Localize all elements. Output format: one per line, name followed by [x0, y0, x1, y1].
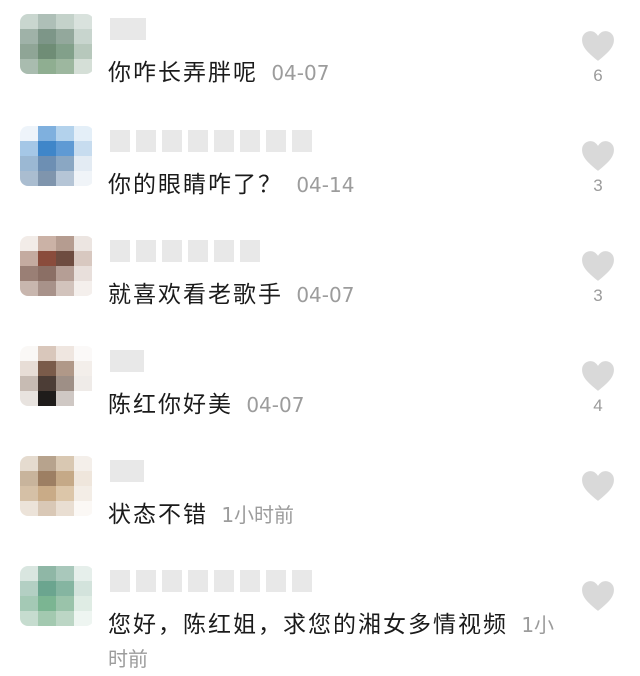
- like-button[interactable]: 3: [580, 140, 616, 196]
- username-blurred[interactable]: [110, 350, 144, 372]
- comment-text: 陈红你好美: [108, 392, 233, 418]
- avatar[interactable]: [20, 566, 94, 626]
- username-blurred[interactable]: [110, 460, 144, 482]
- comment-time: 1小时前: [221, 503, 295, 527]
- comment-content: 陈红你好美 04-07: [108, 388, 568, 422]
- like-button[interactable]: [580, 470, 616, 506]
- username-blurred[interactable]: [110, 18, 146, 40]
- avatar[interactable]: [20, 126, 94, 186]
- heart-icon: [582, 471, 614, 501]
- comment-text: 您好，陈红姐，求您的湘女多情视频: [108, 612, 508, 638]
- comment-time: 04-07: [296, 283, 355, 307]
- heart-icon: [582, 251, 614, 281]
- comment-list: 你咋长弄胖呢 04-07 6 你的眼睛咋了？ 04-14 3 就喜欢看老歌手 0…: [0, 0, 640, 671]
- avatar[interactable]: [20, 456, 94, 516]
- like-count: 4: [593, 396, 603, 415]
- heart-icon: [582, 581, 614, 611]
- comment-text: 状态不错: [108, 502, 208, 528]
- like-button[interactable]: 3: [580, 250, 616, 306]
- heart-icon: [582, 141, 614, 171]
- comment-content: 你的眼睛咋了？ 04-14: [108, 168, 568, 202]
- comment-content: 你咋长弄胖呢 04-07: [108, 56, 568, 90]
- avatar[interactable]: [20, 346, 94, 406]
- comment-content: 就喜欢看老歌手 04-07: [108, 278, 568, 312]
- comment-time: 04-07: [246, 393, 305, 417]
- comment-text: 就喜欢看老歌手: [108, 282, 283, 308]
- comment-time: 04-07: [271, 61, 330, 85]
- like-button[interactable]: [580, 580, 616, 616]
- username-blurred[interactable]: [110, 130, 312, 152]
- like-count: 3: [593, 176, 603, 195]
- comment-text: 你咋长弄胖呢: [108, 60, 258, 86]
- like-count: 6: [593, 66, 603, 85]
- comment-text: 你的眼睛咋了？: [108, 172, 283, 198]
- username-blurred[interactable]: [110, 570, 312, 592]
- heart-icon: [582, 31, 614, 61]
- comment-time: 04-14: [296, 173, 355, 197]
- like-button[interactable]: 4: [580, 360, 616, 416]
- username-blurred[interactable]: [110, 240, 260, 262]
- like-button[interactable]: 6: [580, 30, 616, 86]
- avatar[interactable]: [20, 14, 94, 74]
- like-count: 3: [593, 286, 603, 305]
- comment-content: 状态不错 1小时前: [108, 498, 568, 532]
- comment-content: 您好，陈红姐，求您的湘女多情视频 1小时前: [108, 608, 568, 676]
- avatar[interactable]: [20, 236, 94, 296]
- heart-icon: [582, 361, 614, 391]
